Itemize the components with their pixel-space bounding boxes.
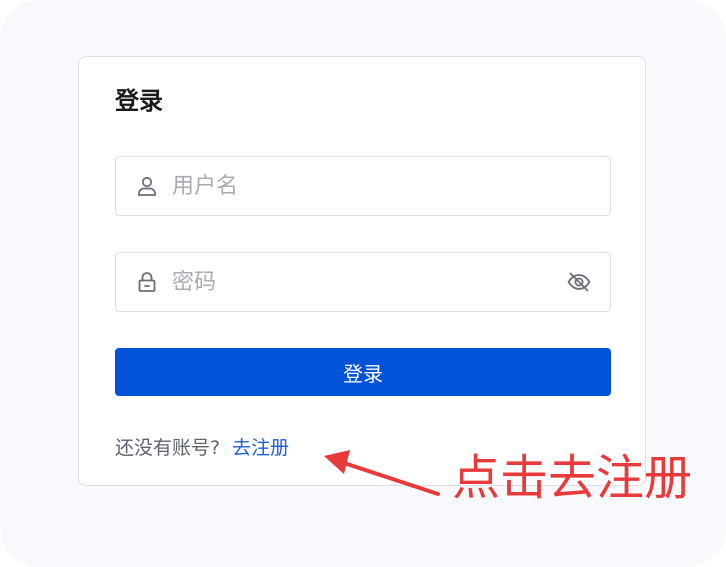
login-card: 登录 登录 还没有账号? 去注册: [78, 56, 646, 486]
annotation-label: 点击去注册: [452, 450, 693, 506]
register-prompt: 还没有账号?: [115, 437, 221, 459]
register-link[interactable]: 去注册: [232, 437, 289, 459]
login-button[interactable]: 登录: [115, 348, 611, 396]
username-input[interactable]: [172, 166, 610, 206]
user-icon: [136, 175, 158, 197]
register-row: 还没有账号? 去注册: [115, 435, 289, 461]
password-field[interactable]: [115, 252, 611, 312]
eye-off-icon[interactable]: [566, 269, 592, 295]
arrow-icon: [324, 450, 440, 496]
lock-icon: [136, 271, 158, 293]
username-field[interactable]: [115, 156, 611, 216]
password-input[interactable]: [172, 262, 566, 302]
login-title: 登录: [115, 87, 163, 115]
